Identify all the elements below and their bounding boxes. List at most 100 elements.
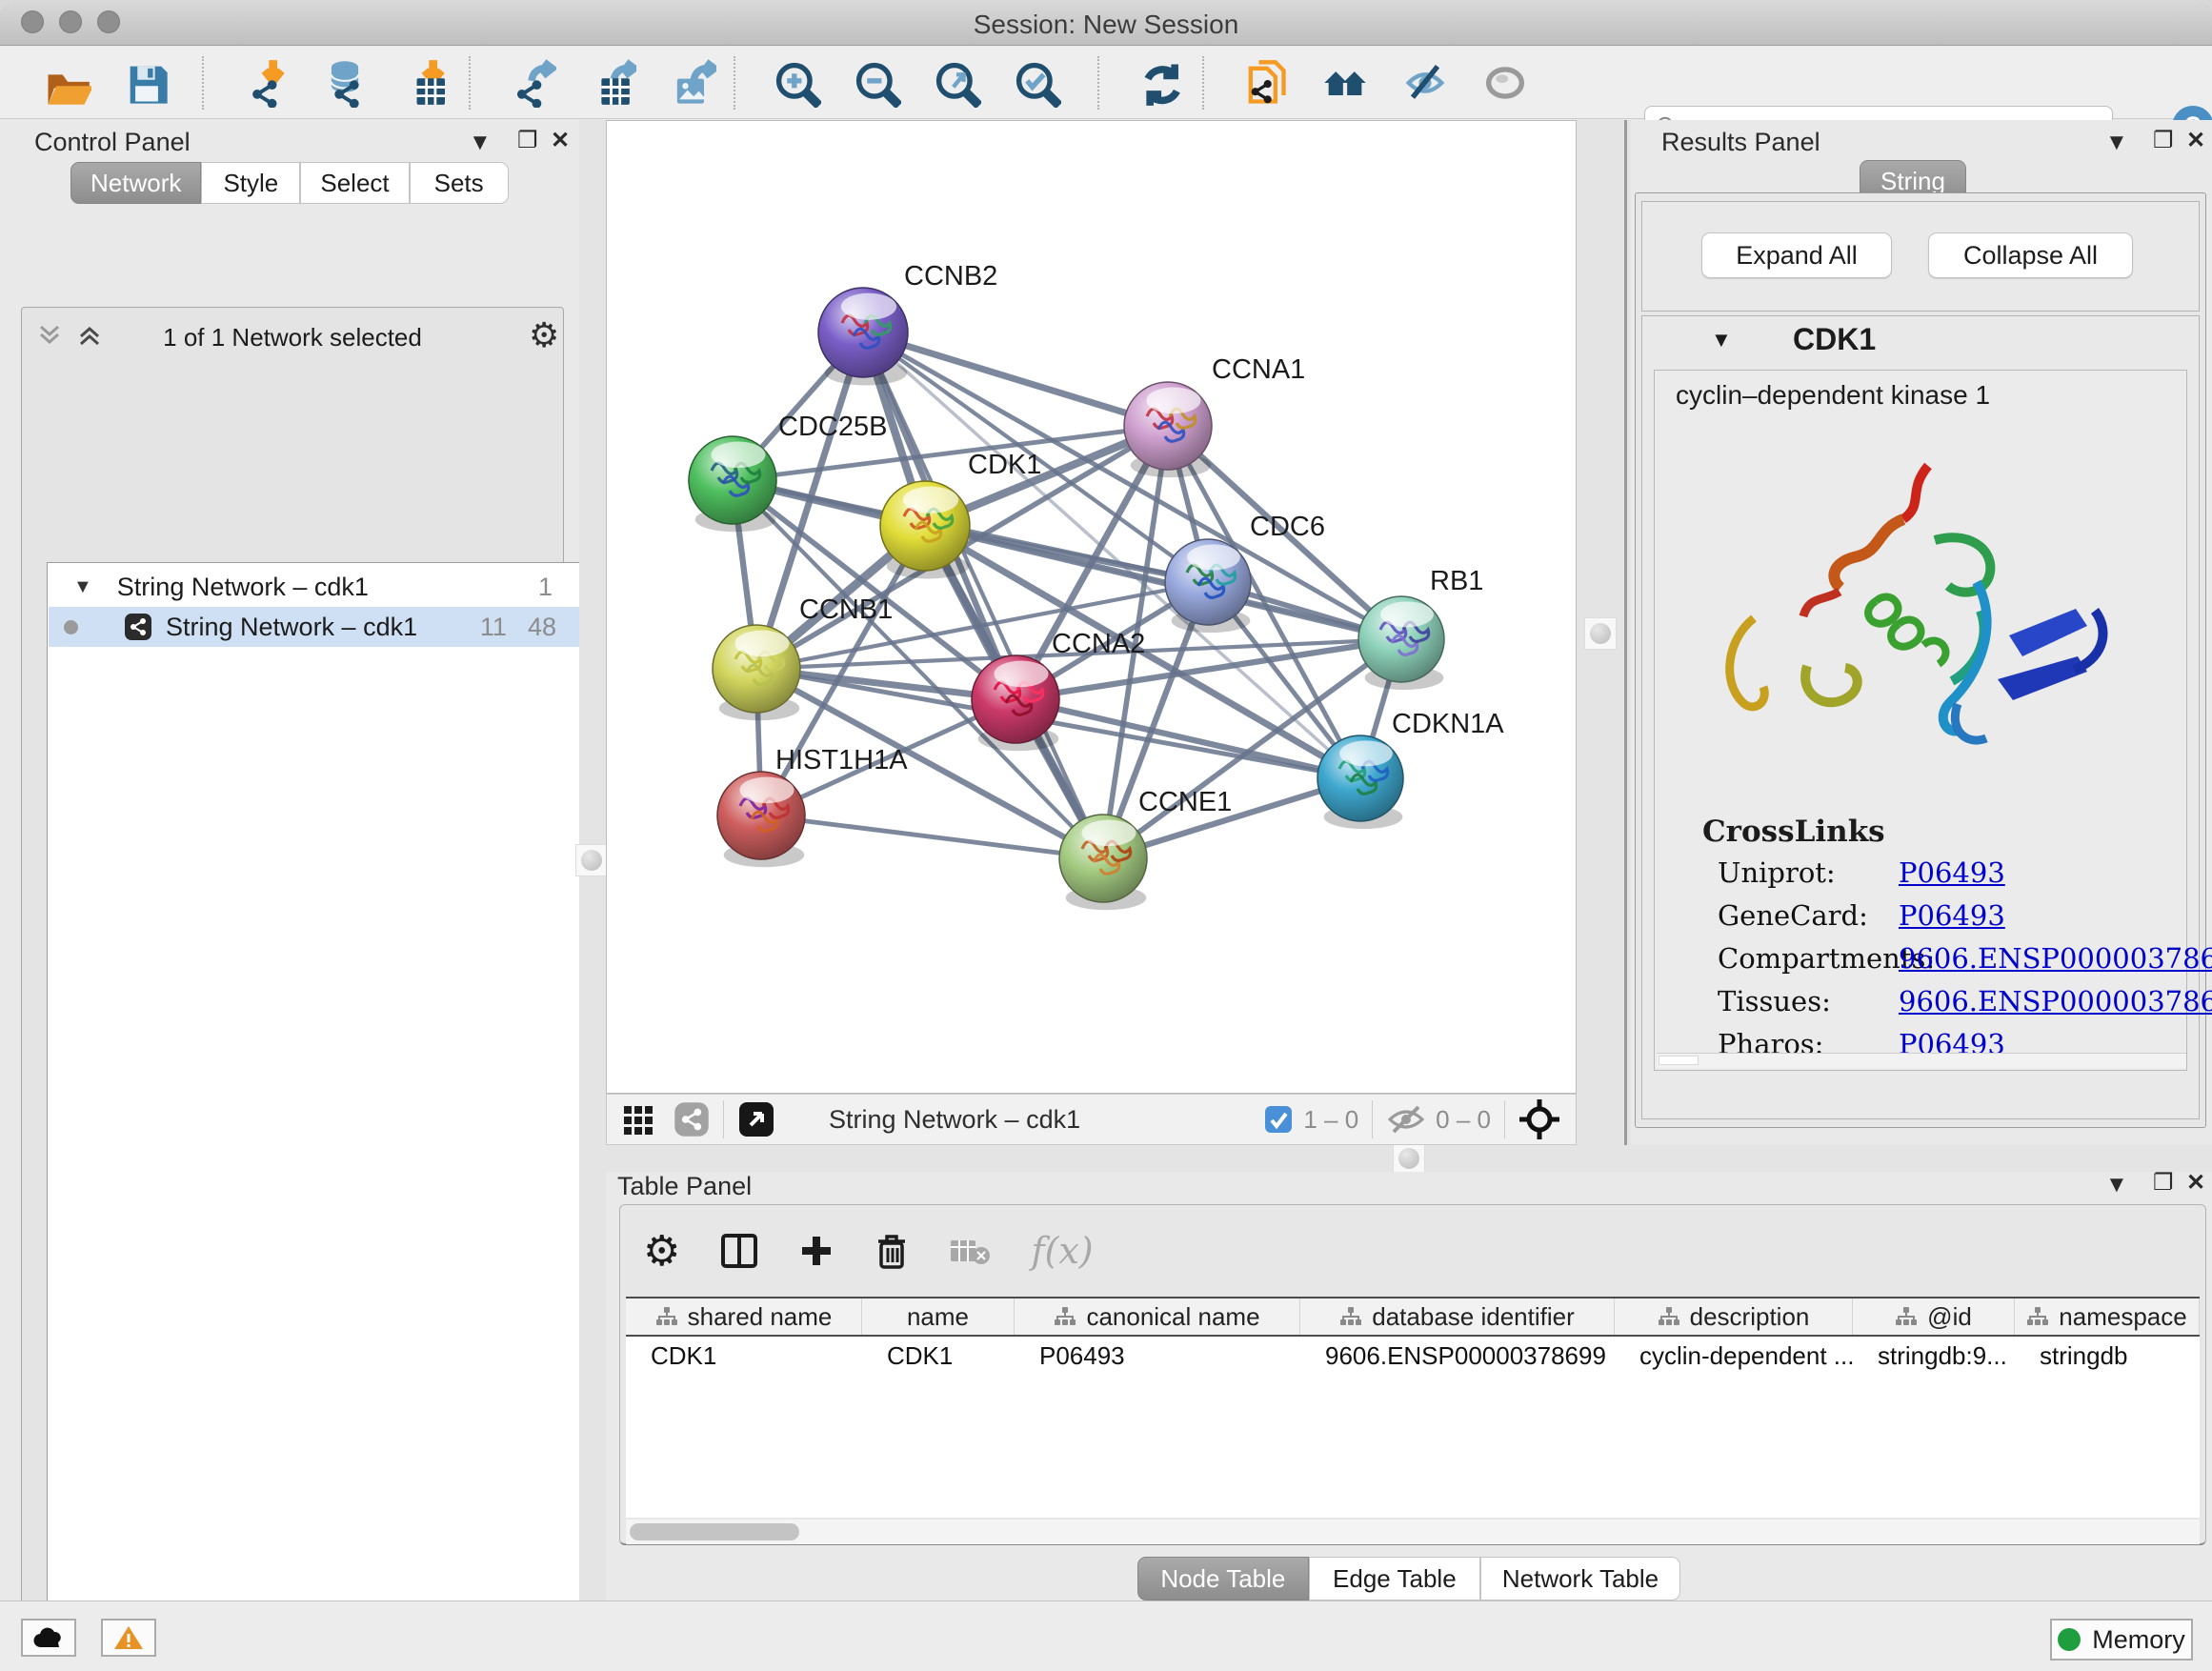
table-close-icon[interactable]: ✕ (2186, 1172, 2205, 1195)
tab-network-table[interactable]: Network Table (1480, 1557, 1680, 1601)
network-tree: ▼ String Network – cdk1 1 String Network… (47, 562, 581, 1671)
open-session-icon (42, 58, 91, 108)
panel-close-icon[interactable]: ✕ (551, 130, 570, 152)
open-session-button[interactable] (40, 56, 93, 110)
import-network-from-database-button[interactable] (318, 56, 372, 110)
toolbar-separator (202, 56, 204, 110)
memory-button[interactable]: Memory (2050, 1619, 2193, 1661)
network-node-cdkn1a[interactable]: CDKN1A (1317, 709, 1504, 829)
column-header-namespace[interactable]: namespace (2015, 1299, 2200, 1335)
network-node-ccna1[interactable]: CCNA1 (1124, 354, 1305, 477)
table-float-icon[interactable]: ❐ (2153, 1172, 2174, 1195)
column-visibility-icon[interactable] (720, 1232, 758, 1270)
table-settings-gear-icon[interactable]: ⚙ (643, 1227, 680, 1276)
export-network-button[interactable] (505, 56, 558, 110)
crosslink-link[interactable]: P06493 (1899, 856, 2005, 889)
network-node-ccne1[interactable]: CCNE1 (1059, 787, 1232, 910)
export-table-icon (587, 58, 636, 108)
cloud-button[interactable] (21, 1619, 76, 1657)
results-close-icon[interactable]: ✕ (2186, 130, 2205, 152)
memory-status-dot-icon (2058, 1628, 2081, 1651)
first-neighbors-button[interactable] (1318, 56, 1372, 110)
right-splitter[interactable] (1577, 120, 1631, 1145)
column-type-icon (1339, 1306, 1362, 1327)
zoom-out-button[interactable] (850, 56, 903, 110)
network-view-canvas[interactable]: CCNB2CCNA1CDC25BCDK1CDC6RB1CCNB1CCNA2CDK… (606, 120, 1577, 1094)
tab-network[interactable]: Network (70, 162, 201, 204)
crosslink-link[interactable]: P06493 (1899, 899, 2005, 932)
network-share-gray-icon[interactable] (674, 1101, 710, 1137)
panel-menu-icon[interactable]: ▼ (469, 131, 492, 154)
column-header-shared-name[interactable]: shared name (626, 1299, 862, 1335)
right-splitter-handle[interactable] (1584, 617, 1617, 650)
network-edge[interactable] (761, 815, 1103, 858)
results-float-icon[interactable]: ❐ (2153, 130, 2174, 152)
table-row[interactable]: CDK1CDK1P064939606.ENSP00000378699cyclin… (626, 1337, 2200, 1375)
network-node-rb1[interactable]: RB1 (1358, 566, 1483, 690)
results-menu-icon[interactable]: ▼ (2105, 131, 2128, 154)
expand-all-button[interactable]: Expand All (1701, 232, 1892, 278)
export-table-button[interactable] (585, 56, 638, 110)
collapse-all-button[interactable]: Collapse All (1928, 232, 2133, 278)
network-node-hist1h1a[interactable]: HIST1H1A (717, 745, 908, 867)
tab-style[interactable]: Style (201, 162, 300, 204)
column-header--id[interactable]: @id (1853, 1299, 2015, 1335)
tab-edge-table[interactable]: Edge Table (1309, 1557, 1480, 1601)
panel-float-icon[interactable]: ❐ (517, 130, 538, 152)
import-network-from-database-icon (320, 58, 370, 108)
tab-node-table[interactable]: Node Table (1137, 1557, 1309, 1601)
status-bar: Memory (0, 1601, 2212, 1671)
import-table-from-file-icon (400, 58, 450, 108)
delete-column-trash-icon[interactable] (875, 1232, 909, 1270)
import-network-from-file-button[interactable] (238, 56, 292, 110)
selected-counts: 1 – 0 (1303, 1105, 1358, 1135)
section-collapse-triangle-icon[interactable]: ▼ (1711, 328, 1732, 352)
column-header-label: shared name (688, 1302, 833, 1332)
current-network-title: String Network – cdk1 (829, 1105, 1080, 1135)
apply-preferred-layout-button[interactable] (1134, 56, 1187, 110)
warning-button[interactable] (101, 1619, 156, 1657)
new-network-from-selection-button[interactable] (1238, 56, 1292, 110)
crosslinks-scrollbar[interactable] (1657, 1053, 2186, 1068)
fit-selected-crosshair-icon[interactable] (1518, 1098, 1560, 1140)
scrollbar-thumb[interactable] (630, 1523, 799, 1540)
hide-graphics-details-button[interactable] (1398, 56, 1452, 110)
tree-expand-triangle-icon[interactable]: ▼ (73, 576, 92, 598)
toolbar-separator (734, 56, 735, 110)
network-edge[interactable] (863, 332, 1103, 858)
left-splitter[interactable] (579, 120, 606, 1601)
save-session-button[interactable] (120, 56, 173, 110)
horizontal-splitter[interactable] (606, 1145, 2212, 1172)
crosslink-link[interactable]: 9606.ENSP00000378699 (1899, 942, 2212, 975)
table-menu-icon[interactable]: ▼ (2105, 1174, 2128, 1197)
selected-checkbox-icon[interactable] (1263, 1104, 1294, 1135)
zoom-selected-region-button[interactable] (1010, 56, 1063, 110)
left-splitter-handle[interactable] (575, 844, 608, 876)
network-edge[interactable] (863, 332, 1168, 426)
network-node-ccnb1[interactable]: CCNB1 (713, 594, 893, 720)
tab-sets[interactable]: Sets (410, 162, 509, 204)
create-column-plus-icon[interactable] (798, 1233, 835, 1269)
import-table-from-file-button[interactable] (398, 56, 452, 110)
column-header-description[interactable]: description (1615, 1299, 1853, 1335)
birdseye-view-icon[interactable] (737, 1100, 775, 1138)
toolbar-group (505, 47, 718, 119)
hidden-eye-slash-icon[interactable] (1386, 1103, 1426, 1136)
column-header-name[interactable]: name (862, 1299, 1015, 1335)
zoom-fit-content-button[interactable] (930, 56, 983, 110)
zoom-in-button[interactable] (770, 56, 823, 110)
crosslinks-heading: CrossLinks (1702, 815, 1885, 849)
column-header-canonical-name[interactable]: canonical name (1015, 1299, 1300, 1335)
network-collection-row[interactable]: ▼ String Network – cdk1 1 (49, 567, 579, 607)
horizontal-splitter-handle[interactable] (1393, 1142, 1425, 1175)
network-options-gear-icon[interactable]: ⚙ (529, 315, 559, 355)
crosslink-label: GeneCard: (1718, 899, 1868, 932)
column-header-database-identifier[interactable]: database identifier (1300, 1299, 1615, 1335)
table-horizontal-scrollbar[interactable] (626, 1520, 2200, 1544)
network-row-selected[interactable]: String Network – cdk1 11 48 (49, 607, 579, 647)
grid-view-icon[interactable] (622, 1102, 656, 1137)
tab-select[interactable]: Select (300, 162, 409, 204)
export-image-button[interactable] (665, 56, 718, 110)
crosslink-link[interactable]: 9606.ENSP00000378699 (1899, 985, 2212, 1017)
show-graphics-details-button[interactable] (1478, 56, 1532, 110)
